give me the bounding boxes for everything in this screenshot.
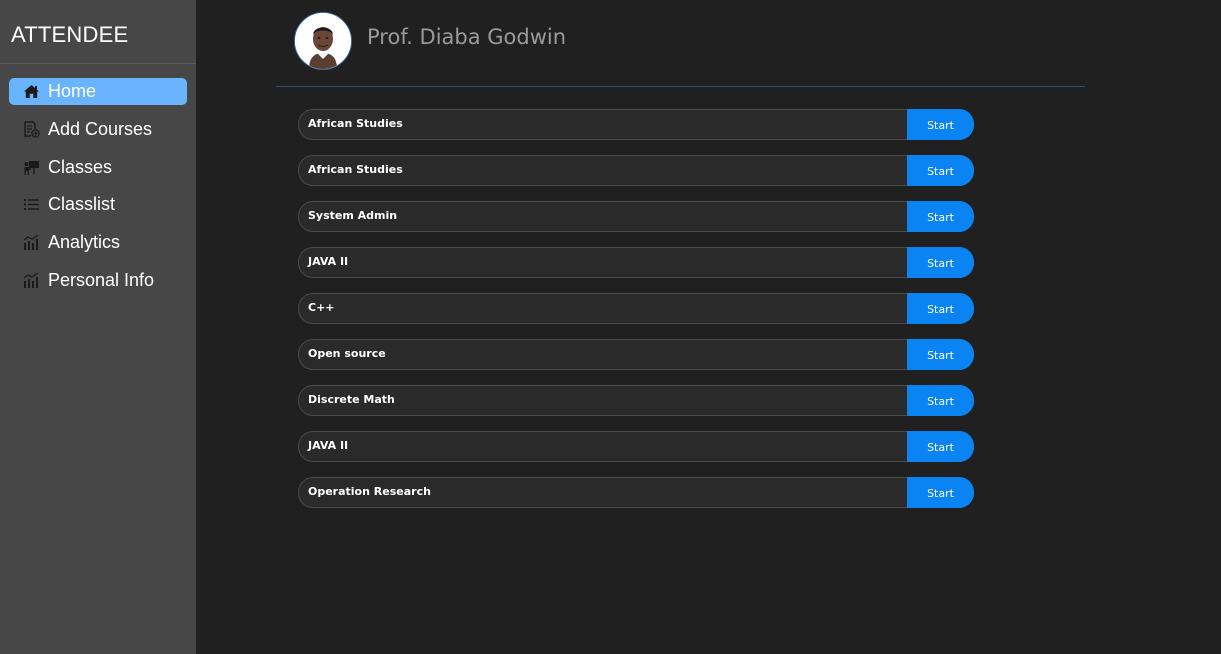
sidebar-item-label: Personal Info: [48, 269, 155, 290]
add-document-icon: [22, 120, 40, 138]
sidebar-item-add-courses[interactable]: Add Courses: [9, 116, 187, 143]
list-item: African Studies Start: [298, 109, 974, 140]
course-name: Operation Research: [308, 485, 431, 498]
sidebar-divider: [0, 63, 196, 64]
sidebar-nav: Home Add Courses Classes Classlist Analy…: [9, 78, 187, 305]
sidebar-item-home[interactable]: Home: [9, 78, 187, 105]
list-item: Open source Start: [298, 339, 974, 370]
sidebar-item-label: Home: [48, 81, 97, 101]
course-name: JAVA II: [308, 255, 349, 268]
sidebar-item-label: Classlist: [48, 194, 116, 215]
course-name: JAVA II: [308, 439, 349, 452]
profile-name: Prof. Diaba Godwin: [367, 25, 567, 49]
start-button[interactable]: Start: [907, 385, 974, 416]
sidebar-item-analytics[interactable]: Analytics: [9, 229, 187, 256]
start-button[interactable]: Start: [907, 431, 974, 462]
list-item: African Studies Start: [298, 155, 974, 186]
list-icon: [22, 196, 40, 214]
bar-chart-icon: [22, 271, 40, 289]
course-list: African Studies Start African Studies St…: [298, 109, 974, 523]
course-name: Discrete Math: [308, 393, 395, 406]
course-name: System Admin: [308, 209, 398, 222]
sidebar-item-personal-info[interactable]: Personal Info: [9, 267, 187, 294]
header-divider: [276, 86, 1085, 87]
sidebar-item-label: Analytics: [48, 232, 121, 253]
start-button[interactable]: Start: [907, 247, 974, 278]
start-button[interactable]: Start: [907, 477, 974, 508]
course-name: African Studies: [308, 163, 403, 176]
app-brand: ATTENDEE: [11, 22, 129, 47]
start-button[interactable]: Start: [907, 201, 974, 232]
course-name: Open source: [308, 347, 386, 360]
start-button[interactable]: Start: [907, 293, 974, 324]
start-button[interactable]: Start: [907, 339, 974, 370]
profile-header: Prof. Diaba Godwin: [276, 0, 1085, 87]
sidebar-item-classlist[interactable]: Classlist: [9, 191, 187, 218]
sidebar-item-label: Add Courses: [48, 118, 153, 139]
course-name: African Studies: [308, 117, 403, 130]
user-avatar-icon: [295, 13, 351, 69]
start-button[interactable]: Start: [907, 155, 974, 186]
list-item: JAVA II Start: [298, 431, 974, 462]
home-icon: [22, 83, 40, 101]
sidebar-item-label: Classes: [48, 156, 113, 177]
list-item: C++ Start: [298, 293, 974, 324]
list-item: System Admin Start: [298, 201, 974, 232]
sidebar: ATTENDEE Home Add Courses Classes Classl…: [0, 0, 196, 654]
list-item: Discrete Math Start: [298, 385, 974, 416]
start-button[interactable]: Start: [907, 109, 974, 140]
bar-chart-icon: [22, 234, 40, 252]
course-name: C++: [308, 301, 335, 314]
sidebar-item-classes[interactable]: Classes: [9, 154, 187, 181]
avatar[interactable]: [294, 12, 352, 70]
list-item: JAVA II Start: [298, 247, 974, 278]
presentation-icon: [22, 158, 40, 176]
list-item: Operation Research Start: [298, 477, 974, 508]
